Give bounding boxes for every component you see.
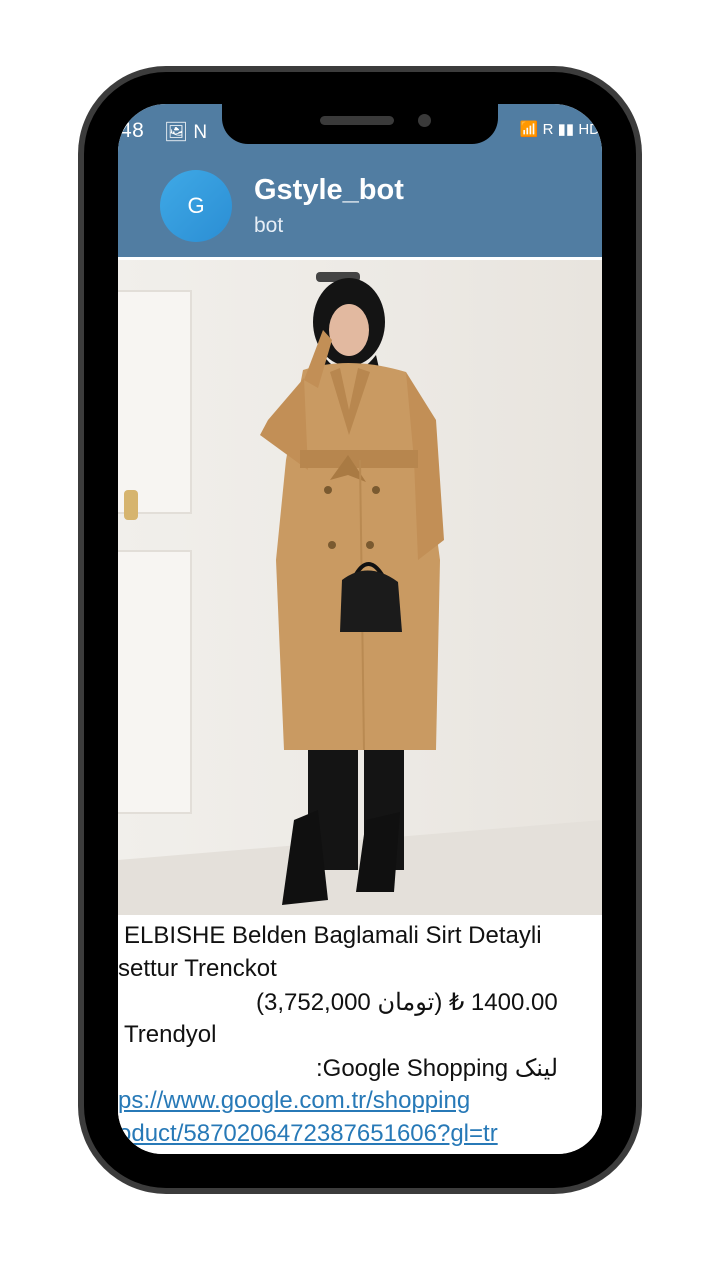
- product-photo[interactable]: [118, 260, 602, 915]
- status-time: 48: [120, 119, 145, 142]
- google-shopping-label: :Google Shopping لینک: [316, 1055, 559, 1082]
- google-shopping-link-line2[interactable]: oduct/5870206472387651606?gl=tr: [118, 1120, 498, 1148]
- chat-subtitle: bot: [254, 214, 284, 237]
- message-caption: ELBISHE Belden Baglamali Sirt Detayli se…: [118, 916, 602, 1154]
- status-signal-icons: 📶 R ▮▮ HD: [519, 121, 600, 138]
- product-price: (3,752,000 تومان) ₺ 1400.00: [256, 989, 558, 1016]
- product-title-line1: ELBISHE Belden Baglamali Sirt Detayli: [124, 922, 542, 949]
- product-title-line2: settur Trenckot: [118, 955, 277, 982]
- phone-screen: 48 🖼 N 📶 R ▮▮ HD G Gstyle_bot bot ELBISH…: [118, 104, 602, 1154]
- phone-speaker: [320, 116, 394, 125]
- avatar-letter: G: [187, 193, 205, 218]
- model-illustration: [118, 272, 602, 915]
- chat-title[interactable]: Gstyle_bot: [254, 174, 404, 207]
- google-shopping-link-line1[interactable]: ps://www.google.com.tr/shopping: [118, 1087, 470, 1115]
- phone-camera: [418, 114, 431, 127]
- avatar[interactable]: G: [160, 170, 232, 242]
- status-notification-icons: 🖼 N: [164, 122, 208, 143]
- store-name: Trendyol: [124, 1021, 217, 1048]
